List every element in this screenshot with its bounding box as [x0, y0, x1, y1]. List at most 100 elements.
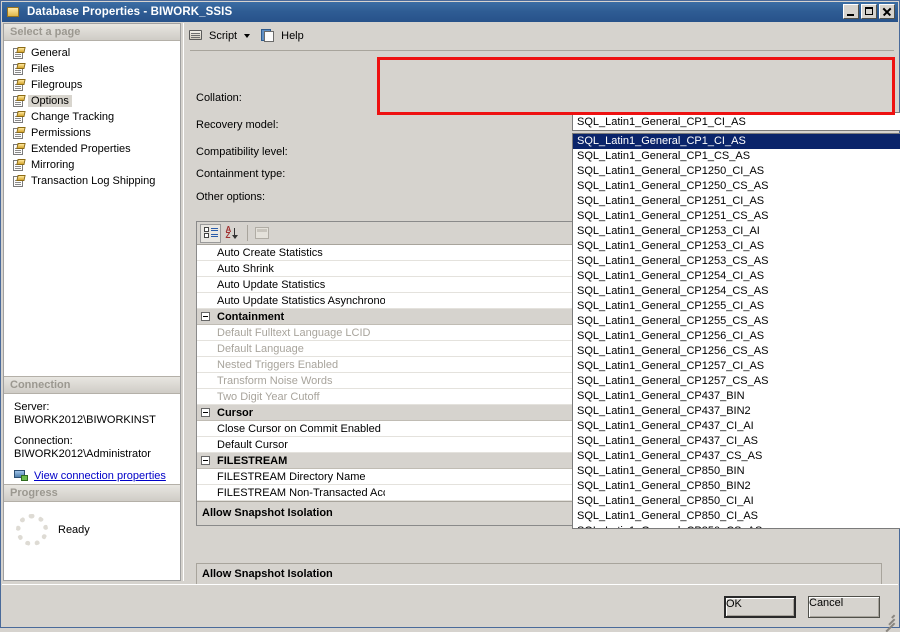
collation-option[interactable]: SQL_Latin1_General_CP1255_CI_AS — [573, 299, 900, 314]
property-name: FILESTREAM Directory Name — [217, 470, 366, 483]
collation-option[interactable]: SQL_Latin1_General_CP1_CS_AS — [573, 149, 900, 164]
server-info: Server: BIWORK2012\BIWORKINST — [14, 401, 172, 427]
collation-option[interactable]: SQL_Latin1_General_CP850_BIN — [573, 464, 900, 479]
database-properties-dialog: Database Properties - BIWORK_SSIS Select… — [0, 0, 900, 632]
sidebar-item-label: General — [31, 47, 71, 59]
ok-button[interactable]: OK — [724, 596, 796, 618]
containment-type-label: Containment type: — [196, 168, 286, 180]
row-spacer — [197, 245, 213, 261]
page-icon — [12, 46, 26, 60]
title-bar: Database Properties - BIWORK_SSIS — [2, 2, 898, 22]
collapse-expander-icon[interactable] — [197, 405, 213, 421]
sidebar-item-mirroring[interactable]: Mirroring — [4, 157, 180, 173]
property-name: Cursor — [217, 406, 254, 419]
sidebar-item-label: Permissions — [31, 127, 91, 139]
minimize-button[interactable] — [843, 4, 859, 19]
collation-option[interactable]: SQL_Latin1_General_CP1250_CS_AS — [573, 179, 900, 194]
page-icon — [12, 126, 26, 140]
sidebar-item-label: Options — [28, 95, 72, 107]
property-name: Default Language — [217, 342, 304, 355]
collation-option[interactable]: SQL_Latin1_General_CP1256_CI_AS — [573, 329, 900, 344]
property-name: Default Cursor — [217, 438, 288, 451]
row-spacer — [197, 389, 213, 405]
collation-option[interactable]: SQL_Latin1_General_CP1255_CS_AS — [573, 314, 900, 329]
page-icon — [12, 158, 26, 172]
database-folder-icon — [6, 5, 22, 19]
sidebar-item-options[interactable]: Options — [4, 93, 180, 109]
collation-option[interactable]: SQL_Latin1_General_CP1253_CI_AS — [573, 239, 900, 254]
collation-option[interactable]: SQL_Latin1_General_CP1253_CS_AS — [573, 254, 900, 269]
property-name: Auto Shrink — [217, 262, 274, 275]
maximize-button[interactable] — [861, 4, 877, 19]
collation-option[interactable]: SQL_Latin1_General_CP437_CS_AS — [573, 449, 900, 464]
toolbar-separator — [247, 225, 248, 241]
row-spacer — [197, 293, 213, 309]
connection-value: BIWORK2012\Administrator — [14, 448, 151, 460]
collapse-expander-icon[interactable] — [197, 309, 213, 325]
page-icon — [12, 174, 26, 188]
connection-info: Connection: BIWORK2012\Administrator — [14, 435, 172, 461]
window-title: Database Properties - BIWORK_SSIS — [27, 6, 233, 18]
property-name: Close Cursor on Commit Enabled — [217, 422, 381, 435]
cancel-button[interactable]: Cancel — [808, 596, 880, 618]
collation-option[interactable]: SQL_Latin1_General_CP1251_CS_AS — [573, 209, 900, 224]
collation-option[interactable]: SQL_Latin1_General_CP1257_CI_AS — [573, 359, 900, 374]
resize-grip-icon[interactable] — [882, 610, 896, 632]
help-button[interactable]: Help — [257, 25, 308, 46]
collation-option[interactable]: SQL_Latin1_General_CP850_CS_AS — [573, 524, 900, 528]
alphabetical-sort-button[interactable]: AZ — [222, 224, 243, 243]
row-spacer — [197, 357, 213, 373]
script-button[interactable]: Script — [184, 25, 241, 46]
row-spacer — [197, 341, 213, 357]
page-icon — [12, 142, 26, 156]
collation-option[interactable]: SQL_Latin1_General_CP437_BIN2 — [573, 404, 900, 419]
sidebar-item-files[interactable]: Files — [4, 61, 180, 77]
sidebar-item-permissions[interactable]: Permissions — [4, 125, 180, 141]
script-dropdown-arrow-icon[interactable] — [244, 33, 251, 38]
dialog-toolbar: Script Help — [184, 23, 900, 48]
script-icon — [188, 28, 205, 43]
property-name: FILESTREAM Non-Transacted Access — [217, 486, 385, 499]
other-options-label: Other options: — [196, 191, 266, 203]
description-title: Allow Snapshot Isolation — [202, 568, 333, 580]
row-spacer — [197, 261, 213, 277]
collation-combobox-wrapper: SQL_Latin1_General_CP1_CI_AS SQL_Latin1_… — [572, 112, 900, 529]
collation-option[interactable]: SQL_Latin1_General_CP850_CI_AI — [573, 494, 900, 509]
window-controls — [843, 4, 895, 19]
collation-option[interactable]: SQL_Latin1_General_CP1254_CS_AS — [573, 284, 900, 299]
collation-option[interactable]: SQL_Latin1_General_CP1257_CS_AS — [573, 374, 900, 389]
collation-option[interactable]: SQL_Latin1_General_CP1_CI_AS — [573, 134, 900, 149]
categorized-icon — [203, 227, 218, 239]
sidebar-item-general[interactable]: General — [4, 45, 180, 61]
collation-option[interactable]: SQL_Latin1_General_CP1251_CI_AS — [573, 194, 900, 209]
view-connection-properties-row[interactable]: View connection properties — [14, 469, 172, 483]
sidebar-item-change-tracking[interactable]: Change Tracking — [4, 109, 180, 125]
property-pages-button[interactable] — [251, 224, 272, 243]
collation-option[interactable]: SQL_Latin1_General_CP437_CI_AS — [573, 434, 900, 449]
collation-option[interactable]: SQL_Latin1_General_CP437_CI_AI — [573, 419, 900, 434]
collation-option[interactable]: SQL_Latin1_General_CP1256_CS_AS — [573, 344, 900, 359]
property-name: Containment — [217, 310, 285, 323]
property-name: FILESTREAM — [217, 454, 288, 467]
categorized-view-button[interactable] — [200, 223, 221, 243]
property-name: Transform Noise Words — [217, 374, 333, 387]
collation-option[interactable]: SQL_Latin1_General_CP850_BIN2 — [573, 479, 900, 494]
page-icon — [12, 94, 26, 108]
collation-option[interactable]: SQL_Latin1_General_CP1254_CI_AS — [573, 269, 900, 284]
collation-combobox[interactable]: SQL_Latin1_General_CP1_CI_AS — [572, 112, 900, 131]
property-name: Nested Triggers Enabled — [217, 358, 339, 371]
close-button[interactable] — [879, 4, 895, 19]
collation-option[interactable]: SQL_Latin1_General_CP1250_CI_AS — [573, 164, 900, 179]
view-connection-properties-link[interactable]: View connection properties — [34, 470, 166, 483]
script-button-label: Script — [209, 29, 238, 42]
sidebar-item-transaction-log-shipping[interactable]: Transaction Log Shipping — [4, 173, 180, 189]
collation-dropdown-list[interactable]: SQL_Latin1_General_CP1_CI_AS SQL_Latin1_G… — [572, 133, 900, 529]
collation-option[interactable]: SQL_Latin1_General_CP850_CI_AS — [573, 509, 900, 524]
help-icon — [261, 28, 277, 43]
sidebar-item-label: Transaction Log Shipping — [31, 175, 156, 187]
sidebar-item-filegroups[interactable]: Filegroups — [4, 77, 180, 93]
collation-option[interactable]: SQL_Latin1_General_CP1253_CI_AI — [573, 224, 900, 239]
collapse-expander-icon[interactable] — [197, 453, 213, 469]
sidebar-item-extended-properties[interactable]: Extended Properties — [4, 141, 180, 157]
collation-option[interactable]: SQL_Latin1_General_CP437_BIN — [573, 389, 900, 404]
